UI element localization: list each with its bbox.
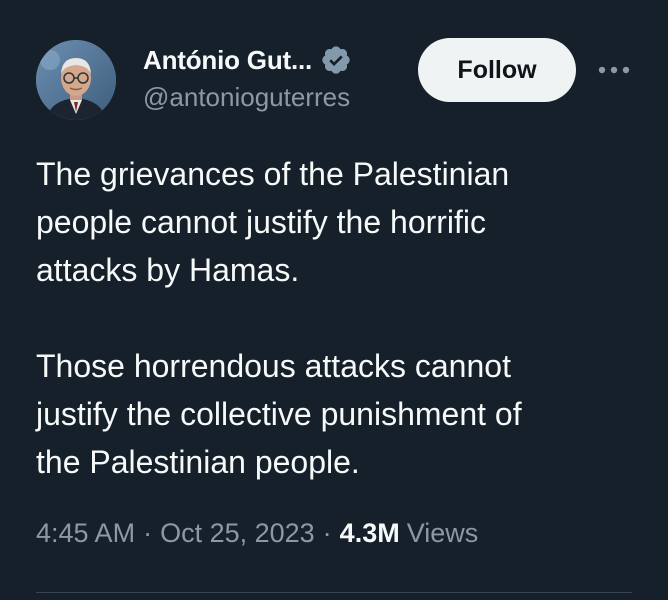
tweet-paragraph: The grievances of the Palestinian people… [36, 156, 510, 288]
profile-photo-icon [36, 40, 116, 120]
more-options-button[interactable] [594, 56, 634, 84]
tweet-text: The grievances of the Palestinian people… [36, 150, 646, 486]
tweet-time[interactable]: 4:45 AM [36, 518, 135, 549]
follow-button[interactable]: Follow [418, 38, 576, 102]
tweet-container: António Gut... @antonioguterres Follow T… [0, 0, 668, 600]
tweet-metadata: 4:45 AM · Oct 25, 2023 · 4.3M Views [36, 518, 478, 549]
display-name[interactable]: António Gut... [143, 45, 312, 76]
author-name-row: António Gut... [143, 42, 352, 78]
more-options-icon [598, 66, 630, 74]
divider [36, 592, 632, 593]
verified-badge-icon[interactable] [320, 44, 352, 76]
separator: · [143, 518, 153, 548]
views-count[interactable]: 4.3M [340, 518, 400, 549]
avatar[interactable] [36, 40, 116, 120]
author-handle[interactable]: @antonioguterres [143, 82, 350, 113]
views-label[interactable]: Views [407, 518, 479, 549]
tweet-paragraph: Those horrendous attacks cannot justify … [36, 348, 522, 480]
tweet-date[interactable]: Oct 25, 2023 [160, 518, 315, 549]
separator: · [322, 518, 332, 548]
